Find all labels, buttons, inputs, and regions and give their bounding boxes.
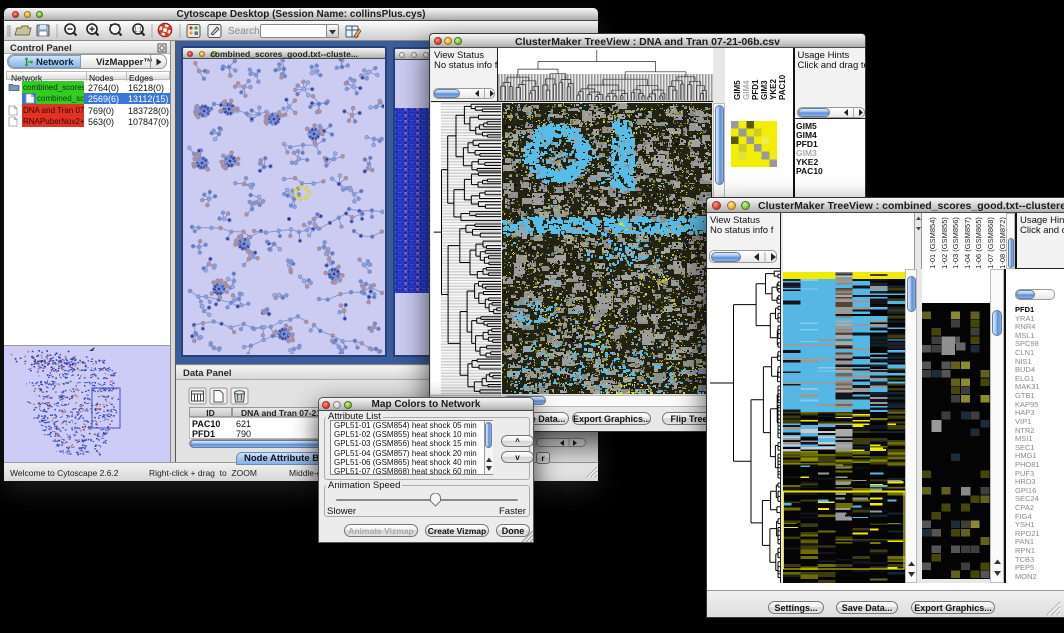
svg-text:1:1: 1:1 [134,28,143,34]
svg-text:Search:: Search: [228,26,262,37]
